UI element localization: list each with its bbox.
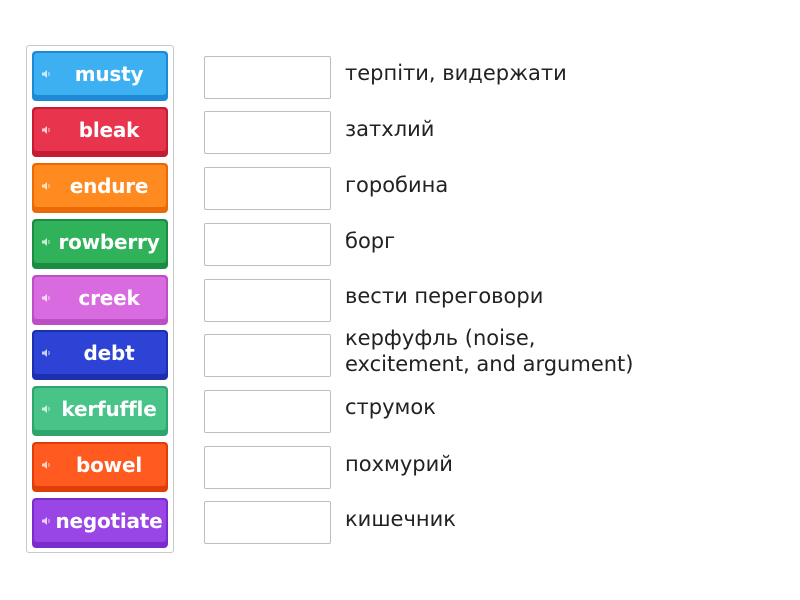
definition-text: борг xyxy=(345,228,395,254)
tile-word: bleak xyxy=(78,118,140,142)
definition-line: борг xyxy=(345,229,396,253)
definition-line: вести переговори xyxy=(345,284,544,308)
word-tile-negotiate[interactable]: negotiate xyxy=(32,498,168,548)
definition-line: excitement, and argument) xyxy=(345,352,634,376)
answer-slot[interactable] xyxy=(204,446,331,489)
word-tile-bowel[interactable]: bowel xyxy=(32,442,168,492)
definition-line: горобина xyxy=(345,173,449,197)
word-tile-creek[interactable]: creek xyxy=(32,275,168,325)
answer-slot[interactable] xyxy=(204,111,331,154)
definition-line: струмок xyxy=(345,395,436,419)
definition-text: затхлий xyxy=(345,116,434,142)
word-tile-rowberry[interactable]: rowberry xyxy=(32,219,168,269)
definition-line: керфуфль (noise, xyxy=(345,326,536,350)
definition-text: вести переговори xyxy=(345,283,543,309)
word-tile-endure[interactable]: endure xyxy=(32,163,168,213)
tile-word: endure xyxy=(69,174,149,198)
word-tile-bleak[interactable]: bleak xyxy=(32,107,168,157)
definition-text: похмурий xyxy=(345,451,453,477)
matching-activity: musty bleak endure rowberry creek debt kerfuff… xyxy=(0,0,800,600)
tile-word: kerfuffle xyxy=(61,397,157,421)
word-tile-musty[interactable]: musty xyxy=(32,51,168,101)
tile-word: negotiate xyxy=(55,509,163,533)
definition-text: кишечник xyxy=(345,506,456,532)
answer-slot[interactable] xyxy=(204,167,331,210)
definition-text: керфуфль (noise, excitement, and argument… xyxy=(345,325,633,377)
definition-line: похмурий xyxy=(345,452,453,476)
answer-slot[interactable] xyxy=(204,334,331,377)
tile-word: debt xyxy=(83,341,135,365)
word-tile-kerfuffle[interactable]: kerfuffle xyxy=(32,386,168,436)
tile-word: rowberry xyxy=(58,230,160,254)
answer-slot[interactable] xyxy=(204,223,331,266)
answer-slot[interactable] xyxy=(204,501,331,544)
tile-word: musty xyxy=(74,62,144,86)
word-tile-debt[interactable]: debt xyxy=(32,330,168,380)
definition-text: горобина xyxy=(345,172,448,198)
definition-text: терпіти, видержати xyxy=(345,60,567,86)
definition-line: кишечник xyxy=(345,507,456,531)
answer-slot[interactable] xyxy=(204,279,331,322)
definition-text: струмок xyxy=(345,394,436,420)
answer-slot[interactable] xyxy=(204,56,331,99)
answer-slot[interactable] xyxy=(204,390,331,433)
tile-word: bowel xyxy=(76,453,142,477)
definition-line: терпіти, видержати xyxy=(345,61,567,85)
definition-line: затхлий xyxy=(345,117,435,141)
tile-word: creek xyxy=(78,286,140,310)
